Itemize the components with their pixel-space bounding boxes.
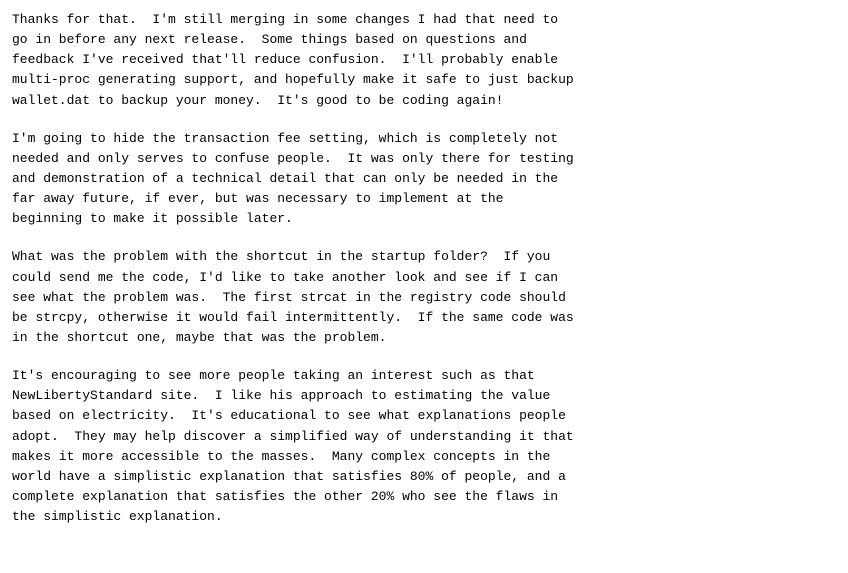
paragraph-2: I'm going to hide the transaction fee se… [12,129,836,230]
paragraph-1: Thanks for that. I'm still merging in so… [12,10,836,111]
main-content: Thanks for that. I'm still merging in so… [12,10,836,527]
paragraph-4: It's encouraging to see more people taki… [12,366,836,527]
paragraph-3: What was the problem with the shortcut i… [12,247,836,348]
